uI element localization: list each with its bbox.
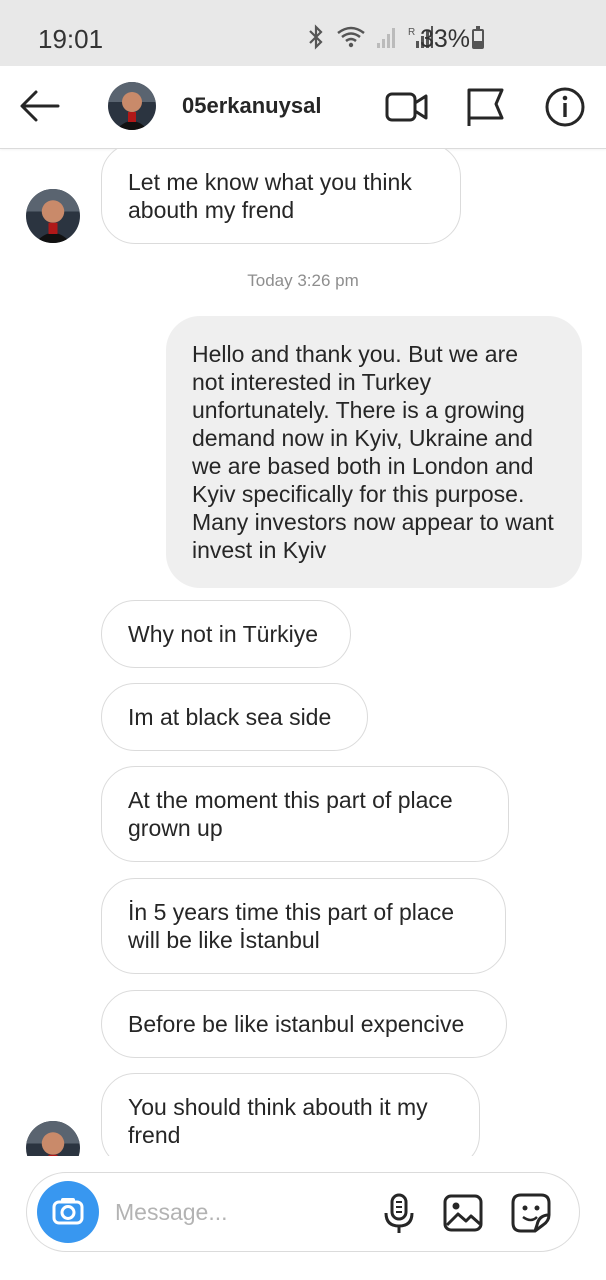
composer-bar — [0, 1156, 606, 1280]
bluetooth-icon — [309, 24, 323, 50]
camera-icon — [52, 1198, 84, 1225]
battery-percent: 33% — [420, 25, 471, 53]
chat-header: 05erkanuysal — [0, 66, 606, 149]
incoming-message[interactable]: Why not in Türkiye — [101, 600, 351, 668]
username[interactable]: 05erkanuysal — [182, 93, 321, 119]
message-composer — [26, 1172, 580, 1252]
video-call-icon[interactable] — [384, 84, 430, 130]
message-thread: Let me know what you think abouth my fre… — [0, 149, 606, 1156]
camera-button[interactable] — [37, 1181, 99, 1243]
message-timestamp: Today 3:26 pm — [247, 271, 359, 290]
incoming-message[interactable]: At the moment this part of place grown u… — [101, 766, 509, 862]
signal-icon — [377, 28, 395, 48]
battery-icon — [472, 26, 484, 49]
flag-icon[interactable] — [462, 84, 508, 130]
incoming-message[interactable]: Let me know what you think abouth my fre… — [101, 149, 461, 244]
avatar[interactable] — [108, 82, 156, 130]
svg-text:R: R — [408, 27, 415, 38]
back-arrow-icon[interactable] — [14, 80, 66, 132]
status-bar: 19:01 R 33% — [0, 0, 606, 66]
incoming-message[interactable]: Im at black sea side — [101, 683, 368, 751]
sender-avatar[interactable] — [26, 1121, 80, 1156]
incoming-message[interactable]: İn 5 years time this part of place will … — [101, 878, 506, 974]
sticker-icon[interactable] — [509, 1191, 553, 1235]
status-icons: R — [306, 24, 434, 50]
status-time: 19:01 — [38, 24, 104, 54]
sender-avatar[interactable] — [26, 189, 80, 243]
info-icon[interactable] — [542, 84, 588, 130]
incoming-message[interactable]: You should think abouth it my frend — [101, 1073, 480, 1156]
gallery-icon[interactable] — [441, 1191, 485, 1235]
microphone-icon[interactable] — [377, 1191, 421, 1235]
incoming-message[interactable]: Before be like istanbul expencive — [101, 990, 507, 1058]
message-input[interactable] — [113, 1193, 357, 1231]
outgoing-message[interactable]: Hello and thank you. But we are not inte… — [166, 316, 582, 588]
wifi-icon — [337, 26, 365, 48]
